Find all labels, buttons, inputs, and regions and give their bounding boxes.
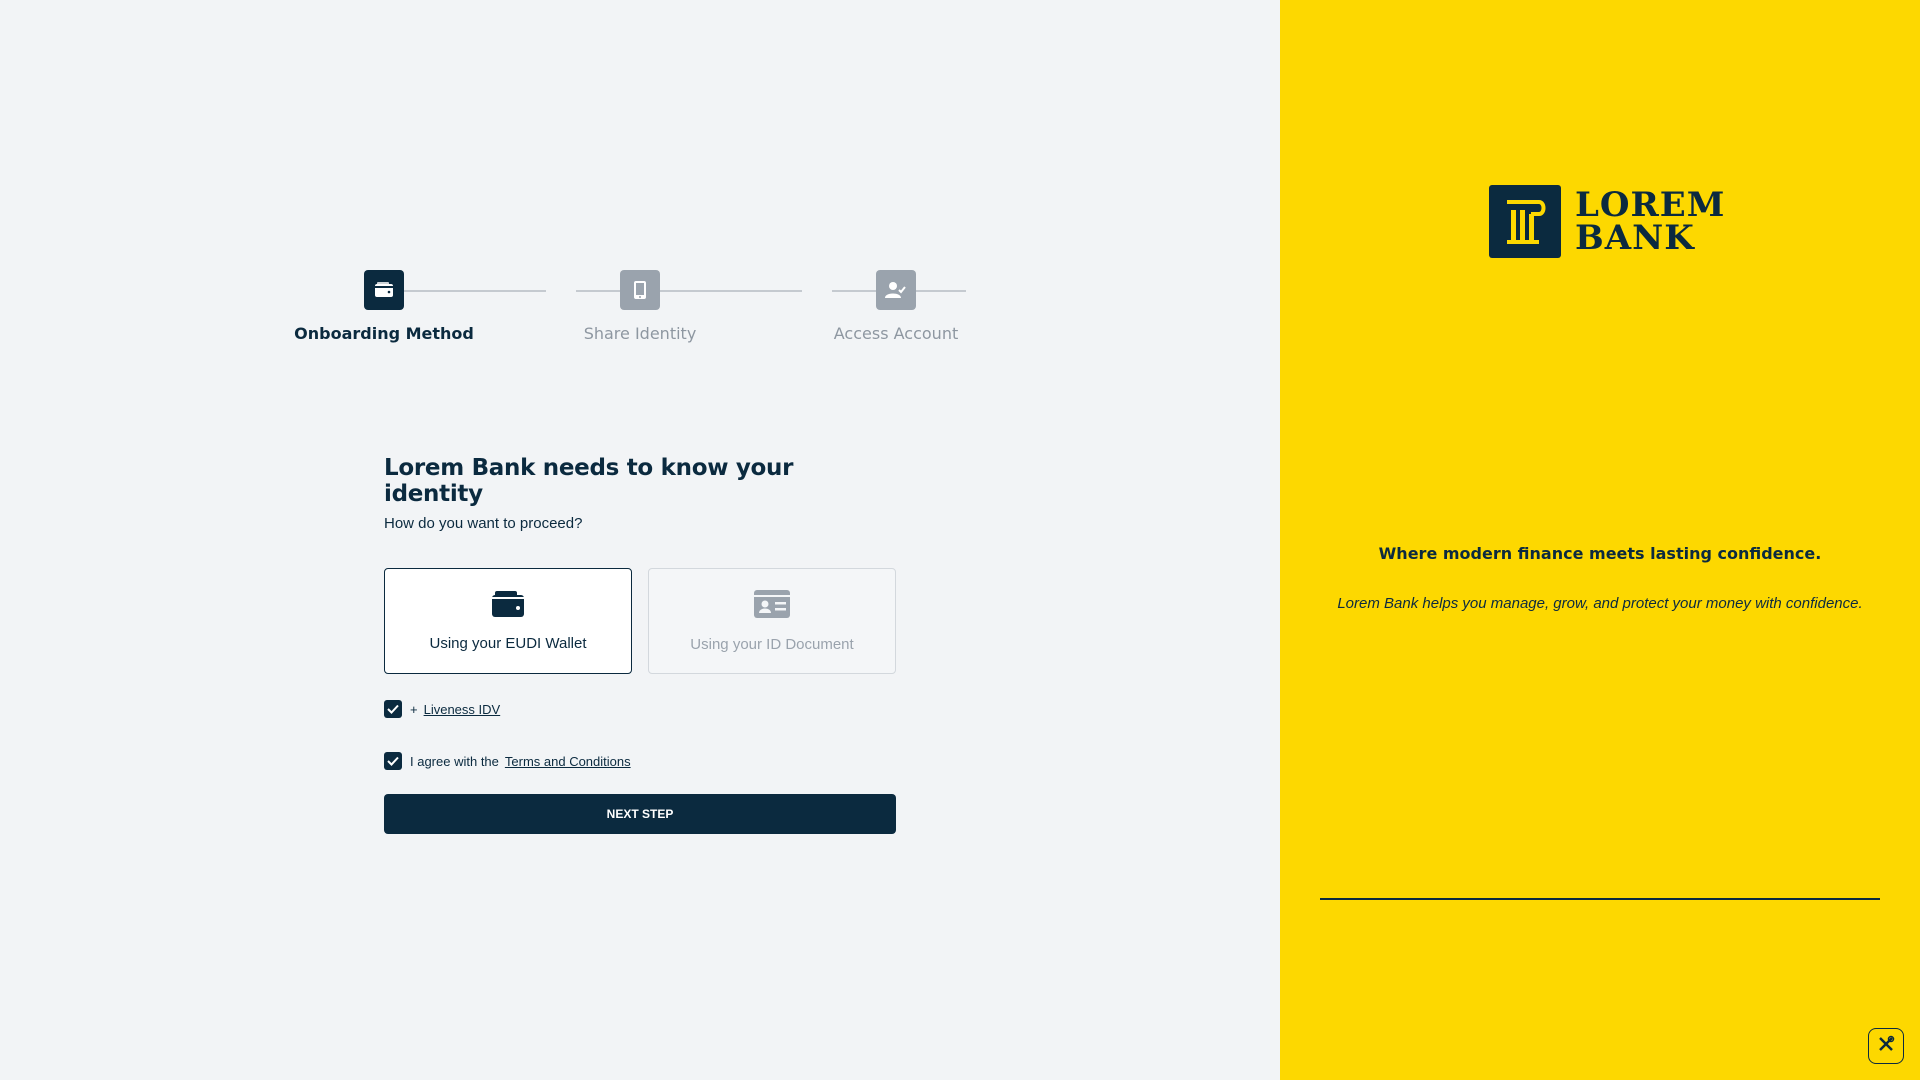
next-step-button[interactable]: NEXT STEP [384,794,896,834]
pillar-icon [1489,185,1561,258]
step-label: Access Account [833,324,959,343]
option-label: Using your ID Document [690,636,854,653]
divider [1320,898,1880,900]
step-access-account[interactable]: Access Account [796,270,996,343]
id-card-icon [753,589,791,624]
option-label: Using your EUDI Wallet [429,635,587,652]
liveness-row: + Liveness IDV [384,700,896,718]
brand-panel [1280,0,1920,1080]
tools-button[interactable] [1868,1028,1904,1064]
tools-icon [1876,1034,1896,1059]
step-label: Share Identity [583,324,697,343]
step-onboarding-method[interactable]: Onboarding Method [284,270,484,343]
stepper: Onboarding Method Share Identity Access … [294,270,980,350]
user-check-icon [876,270,916,310]
terms-row: I agree with the Terms and Conditions [384,752,896,770]
logo-line-1: LOREM [1575,184,1726,225]
main-panel: Onboarding Method Share Identity Access … [0,0,1280,1080]
plus-sign: + [410,701,418,717]
step-share-identity[interactable]: Share Identity [540,270,740,343]
method-options: Using your EUDI Wallet Using your ID Doc… [384,568,896,674]
page-title: Lorem Bank needs to know your identity [384,455,794,507]
identity-form: Lorem Bank needs to know your identity H… [384,455,896,834]
liveness-checkbox[interactable] [384,700,402,718]
terms-link[interactable]: Terms and Conditions [505,754,631,769]
page-subtitle: How do you want to proceed? [384,515,583,532]
brand-description: Lorem Bank helps you manage, grow, and p… [1337,595,1863,612]
option-eudi-wallet[interactable]: Using your EUDI Wallet [384,568,632,674]
logo-line-2: BANK [1575,217,1695,258]
terms-checkbox[interactable] [384,752,402,770]
liveness-idv-link[interactable]: Liveness IDV [424,702,501,717]
brand-tagline: Where modern finance meets lasting confi… [1378,544,1822,563]
option-id-document[interactable]: Using your ID Document [648,568,896,674]
terms-text: I agree with the [410,753,499,769]
step-label: Onboarding Method [294,324,474,343]
bank-logo: LOREM BANK [1489,185,1725,258]
smartphone-icon [620,270,660,310]
wallet-icon [491,590,525,623]
wallet-icon [364,270,404,310]
